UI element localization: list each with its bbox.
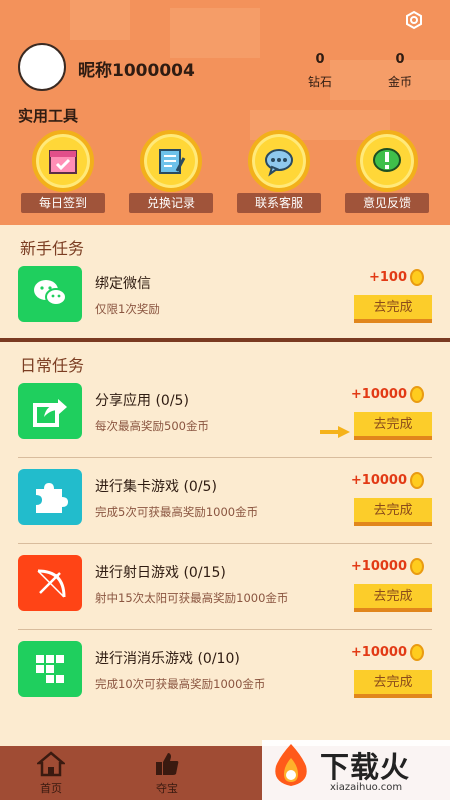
tool-coin: [32, 130, 94, 192]
go-complete-button[interactable]: 去完成: [354, 412, 432, 440]
watermark: 下载火 xiazaihuo.com: [262, 740, 450, 800]
bow-arrow-icon: [18, 555, 82, 611]
coin-icon: [410, 386, 424, 403]
tool-label: 每日签到: [21, 193, 105, 213]
reward-amount: +10000: [350, 645, 407, 660]
tool-coin: [356, 130, 418, 192]
puzzle-icon: [18, 469, 82, 525]
tool-daily-checkin[interactable]: 每日签到: [13, 130, 113, 216]
task-card-game: 进行集卡游戏 (0/5) 完成5次可获最高奖励1000金币 +10000 去完成: [0, 458, 450, 544]
tool-feedback[interactable]: 意见反馈: [337, 130, 437, 216]
reward-amount: +100: [368, 270, 407, 285]
nickname: 昵称1000004: [78, 61, 195, 81]
gold-stat[interactable]: 0 金币: [370, 52, 430, 90]
flame-logo-icon: [275, 744, 307, 786]
task-share-app: 分享应用 (0/5) 每次最高奖励500金币 +10000 去完成: [0, 372, 450, 458]
diamond-label: 钻石: [307, 75, 332, 89]
coin-icon: [410, 269, 424, 286]
tab-label: 首页: [40, 782, 62, 795]
wechat-icon: [18, 266, 82, 322]
tools-title: 实用工具: [18, 107, 79, 125]
scroll-icon: [159, 149, 186, 174]
chat-bubble-icon: [265, 149, 293, 177]
diamond-value: 0: [315, 52, 325, 67]
exclamation-icon: [373, 148, 401, 172]
task-desc: 完成10次可获最高奖励1000金币: [95, 677, 266, 691]
pointing-arrow-icon: [320, 426, 350, 438]
go-complete-button[interactable]: 去完成: [354, 584, 432, 612]
thumbs-up-icon: [137, 750, 197, 778]
gold-label: 金币: [387, 75, 412, 89]
task-reward: +10000: [351, 386, 424, 403]
task-reward: +10000: [351, 472, 424, 489]
task-desc: 射中15次太阳可获最高奖励1000金币: [95, 591, 289, 605]
go-complete-button[interactable]: 去完成: [354, 498, 432, 526]
task-shoot-sun-game: 进行射日游戏 (0/15) 射中15次太阳可获最高奖励1000金币 +10000…: [0, 544, 450, 630]
go-complete-button[interactable]: 去完成: [354, 670, 432, 698]
task-reward: +10000: [351, 558, 424, 575]
coin-icon: [410, 644, 424, 661]
decorative-cloud: [170, 8, 260, 58]
tab-home[interactable]: 首页: [21, 750, 81, 796]
tool-coin: [140, 130, 202, 192]
tool-coin: [248, 130, 310, 192]
settings-icon[interactable]: [404, 10, 424, 30]
decorative-cloud: [70, 0, 130, 40]
task-name: 进行消消乐游戏 (0/10): [95, 651, 240, 667]
task-reward: +10000: [351, 644, 424, 661]
task-name: 进行射日游戏 (0/15): [95, 565, 226, 581]
calendar-icon: [49, 150, 77, 174]
coin-icon: [410, 558, 424, 575]
tool-exchange-records[interactable]: 兑换记录: [121, 130, 221, 216]
reward-amount: +10000: [350, 473, 407, 488]
profile-header: 昵称1000004 0 钻石 0 金币 实用工具 每日签到 兑换记录 联系客服 …: [0, 0, 450, 225]
tool-contact-service[interactable]: 联系客服: [229, 130, 329, 216]
daily-section: 日常任务 分享应用 (0/5) 每次最高奖励500金币 +10000 去完成 进…: [0, 342, 450, 746]
tool-label: 兑换记录: [129, 193, 213, 213]
task-bind-wechat: 绑定微信 仅限1次奖励 +100 去完成: [0, 255, 450, 341]
reward-amount: +10000: [350, 559, 407, 574]
watermark-url: xiazaihuo.com: [330, 782, 403, 793]
newbie-section: 新手任务 绑定微信 仅限1次奖励 +100 去完成: [0, 225, 450, 338]
task-reward: +100: [369, 269, 424, 286]
diamond-stat[interactable]: 0 钻石: [290, 52, 350, 90]
go-complete-button[interactable]: 去完成: [354, 295, 432, 323]
gold-value: 0: [395, 52, 405, 67]
task-name: 绑定微信: [95, 276, 151, 292]
task-desc: 仅限1次奖励: [95, 302, 160, 316]
task-desc: 每次最高奖励500金币: [95, 419, 209, 433]
avatar[interactable]: [18, 43, 66, 91]
tab-treasure[interactable]: 夺宝: [137, 750, 197, 796]
reward-amount: +10000: [350, 387, 407, 402]
blocks-icon: [18, 641, 82, 697]
task-match-game: 进行消消乐游戏 (0/10) 完成10次可获最高奖励1000金币 +10000 …: [0, 630, 450, 716]
coin-icon: [410, 472, 424, 489]
task-desc: 完成5次可获最高奖励1000金币: [95, 505, 259, 519]
tool-label: 意见反馈: [345, 193, 429, 213]
watermark-text: 下载火: [320, 750, 411, 784]
tab-label: 夺宝: [156, 782, 178, 795]
home-icon: [21, 750, 81, 778]
task-name: 进行集卡游戏 (0/5): [95, 479, 217, 495]
task-name: 分享应用 (0/5): [95, 393, 189, 409]
share-icon: [18, 383, 82, 439]
tool-label: 联系客服: [237, 193, 321, 213]
